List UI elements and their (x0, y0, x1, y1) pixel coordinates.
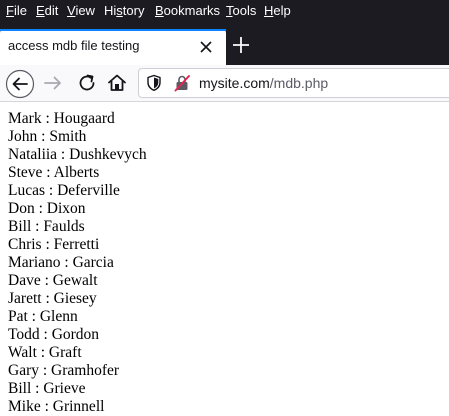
list-item: John : Smith (8, 128, 87, 145)
list-item: Dave : Gewalt (8, 272, 98, 289)
url-path: /mdb.php (269, 75, 329, 91)
menu-edit[interactable]: Edit (36, 3, 58, 19)
list-item: Bill : Grieve (8, 380, 86, 397)
shield-icon[interactable] (145, 74, 163, 92)
tab-strip: access mdb file testing (0, 22, 449, 65)
url-bar[interactable]: mysite.com/mdb.php (138, 68, 449, 98)
list-item: Todd : Gordon (8, 326, 100, 343)
menu-help[interactable]: Help (264, 3, 291, 19)
tab-title: access mdb file testing (8, 38, 140, 53)
list-item: Walt : Graft (8, 344, 82, 361)
menu-history[interactable]: History (104, 3, 144, 19)
list-item: Mark : Hougaard (8, 110, 115, 127)
url-domain: mysite.com (199, 75, 270, 91)
list-item: Steve : Alberts (8, 164, 100, 181)
list-item: Pat : Glenn (8, 308, 78, 325)
list-item: Lucas : Deferville (8, 182, 120, 199)
list-item: Jarett : Giesey (8, 290, 97, 307)
tab-active[interactable]: access mdb file testing (0, 29, 226, 65)
menu-file[interactable]: File (6, 3, 27, 19)
menu-view[interactable]: View (67, 3, 95, 19)
navigation-bar: mysite.com/mdb.php (0, 65, 449, 102)
list-item: Don : Dixon (8, 200, 86, 217)
list-item: Gary : Gramhofer (8, 362, 120, 379)
list-item: Mariano : Garcia (8, 254, 114, 271)
reload-icon[interactable] (74, 70, 100, 96)
tab-accent-line (0, 29, 226, 31)
menu-tools[interactable]: Tools (226, 3, 256, 19)
url-text[interactable]: mysite.com/mdb.php (199, 75, 328, 91)
list-item: Mike : Grinnell (8, 398, 105, 415)
list-item: Bill : Faulds (8, 218, 85, 235)
list-item: Nataliia : Dushkevych (8, 146, 147, 163)
insecure-lock-icon[interactable] (173, 74, 191, 92)
menu-bookmarks[interactable]: Bookmarks (155, 3, 220, 19)
page-content: Mark : Hougaard John : Smith Nataliia : … (8, 110, 147, 416)
home-icon[interactable] (104, 70, 130, 96)
menu-bar: File Edit View History Bookmarks Tools H… (0, 0, 449, 22)
plus-icon[interactable] (231, 35, 251, 55)
close-icon[interactable] (196, 37, 216, 57)
back-arrow-icon[interactable] (5, 69, 35, 99)
list-item: Chris : Ferretti (8, 236, 100, 253)
forward-arrow-icon[interactable] (40, 70, 66, 96)
